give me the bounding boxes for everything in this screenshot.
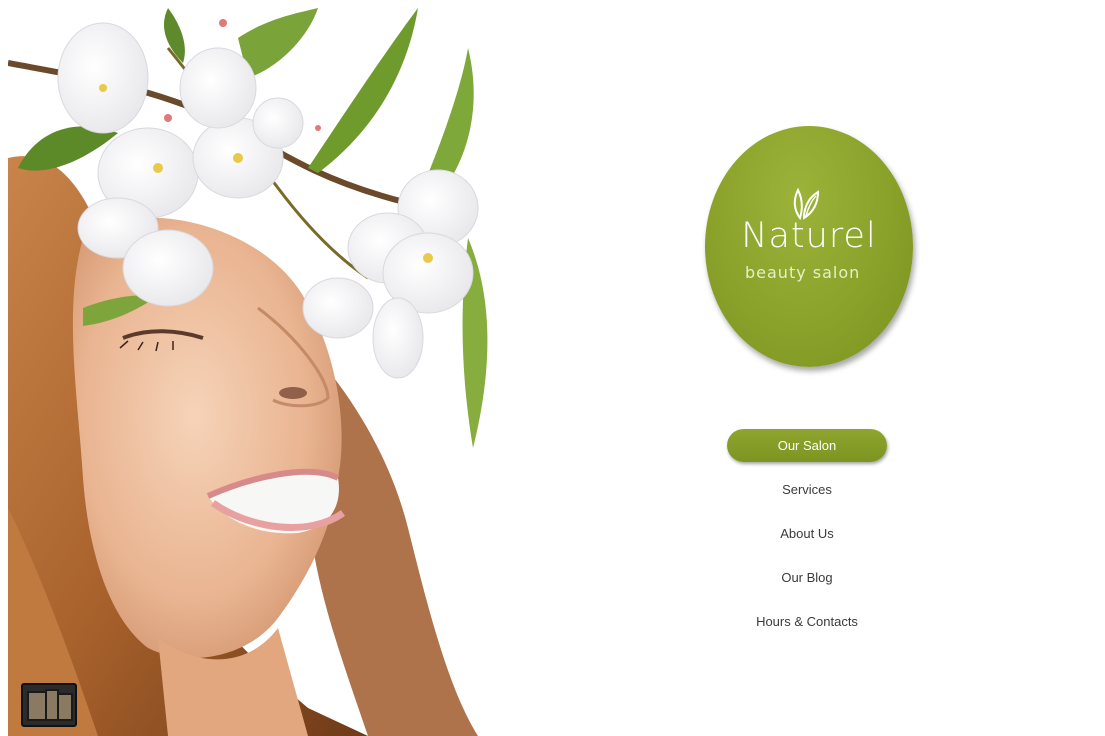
nav-item-services[interactable]: Services (727, 473, 887, 506)
nav-item-about-us[interactable]: About Us (727, 517, 887, 550)
logo-tagline: beauty salon (745, 263, 861, 282)
naturel-logo[interactable]: Naturel beauty salon (705, 126, 913, 367)
nav-item-our-blog[interactable]: Our Blog (727, 561, 887, 594)
logo-name: Naturel (741, 216, 877, 256)
nav-item-our-salon[interactable]: Our Salon (727, 429, 887, 462)
nav-item-hours-contacts[interactable]: Hours & Contacts (727, 605, 887, 638)
tablet-icon (57, 693, 73, 721)
leaf-icon (793, 187, 820, 220)
page: Naturel beauty salon Our Salon Services … (0, 0, 1105, 736)
hero-photo (8, 8, 502, 736)
woman-with-flowers-illustration (8, 8, 502, 736)
devices-thumbnail[interactable] (21, 683, 77, 727)
main-nav: Our Salon Services About Us Our Blog Hou… (727, 429, 887, 649)
